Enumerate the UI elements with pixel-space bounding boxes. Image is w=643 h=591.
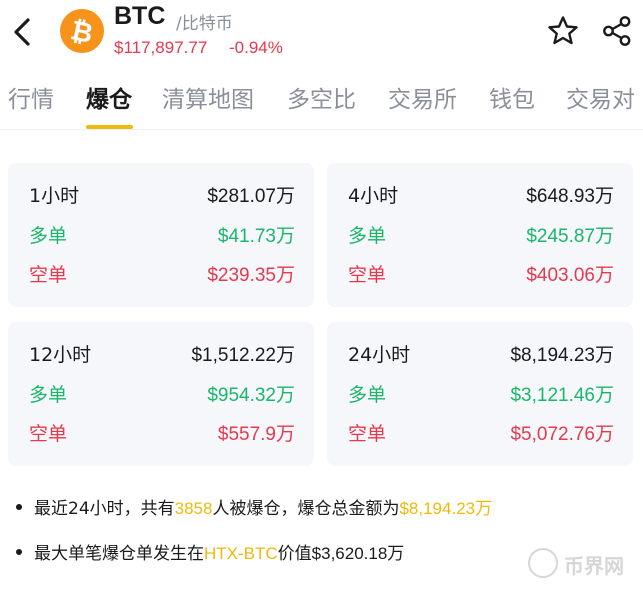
bullet-dot xyxy=(16,504,22,510)
total-value: $8,194.23万 xyxy=(510,345,614,366)
short-label: 空单 xyxy=(29,423,68,445)
liquidation-card-4h: 4小时 $648.93万 多单 $245.87万 空单 $403.06万 xyxy=(327,163,633,307)
summary-text: 价值 xyxy=(277,544,312,564)
short-row: 空单 $239.35万 xyxy=(29,260,295,290)
star-icon xyxy=(548,16,578,45)
short-row: 空单 $403.06万 xyxy=(348,260,614,290)
liquidated-total-amount: $8,194.23万 xyxy=(399,499,493,518)
summary-line-total: 最近24小时，共有3858人被爆仓，爆仓总金额为$8,194.23万 xyxy=(16,494,492,519)
price-change-percent: -0.94% xyxy=(229,38,283,57)
short-value: $557.9万 xyxy=(217,424,295,445)
long-row: 多单 $41.73万 xyxy=(29,221,295,251)
summary-line-largest: 最大单笔爆仓单发生在HTX-BTC价值$3,620.18万 xyxy=(16,539,404,564)
short-label: 空单 xyxy=(29,264,68,286)
long-value: $41.73万 xyxy=(217,226,295,247)
largest-order-amount: $3,620.18万 xyxy=(311,544,405,563)
total-row: 24小时 $8,194.23万 xyxy=(348,340,614,370)
short-value: $5,072.76万 xyxy=(510,424,614,445)
long-label: 多单 xyxy=(348,225,387,247)
tab-liquidation[interactable]: 爆仓 xyxy=(86,80,132,114)
long-label: 多单 xyxy=(348,384,387,406)
share-icon xyxy=(603,16,631,46)
short-value: $239.35万 xyxy=(207,265,295,286)
watermark: 币界网 xyxy=(528,548,638,580)
summary-text: 最近24小时，共有 xyxy=(34,499,175,519)
liquidation-card-12h: 12小时 $1,512.22万 多单 $954.32万 空单 $557.9万 xyxy=(8,322,314,466)
coin-name: /比特币 xyxy=(176,14,233,34)
tab-bar: 行情 爆仓 清算地图 多空比 交易所 钱包 交易对 xyxy=(0,78,643,130)
short-label: 空单 xyxy=(348,423,387,445)
period-label: 4小时 xyxy=(348,185,399,207)
active-tab-indicator xyxy=(86,125,133,129)
summary-text: 人被爆仓，爆仓总金额为 xyxy=(212,499,400,519)
period-label: 12小时 xyxy=(29,344,92,366)
coin-price: $117,897.77 xyxy=(114,38,208,57)
total-row: 4小时 $648.93万 xyxy=(348,181,614,211)
watermark-logo-icon xyxy=(528,548,558,578)
liquidated-count: 3858 xyxy=(174,499,213,518)
tab-wallets[interactable]: 钱包 xyxy=(489,80,535,114)
favorite-button[interactable] xyxy=(546,14,580,48)
long-label: 多单 xyxy=(29,225,68,247)
tab-market[interactable]: 行情 xyxy=(8,80,54,114)
coin-header: ₿ BTC /比特币 $117,897.77 -0.94% xyxy=(0,0,643,66)
tab-liquidation-map[interactable]: 清算地图 xyxy=(162,80,254,114)
coin-symbol: BTC xyxy=(114,2,166,30)
summary-text: 最大单笔爆仓单发生在 xyxy=(34,544,204,564)
period-label: 24小时 xyxy=(348,344,411,366)
back-arrow-icon xyxy=(14,18,30,46)
btc-logo-icon: ₿ xyxy=(60,9,104,53)
back-button[interactable] xyxy=(8,14,40,50)
liquidation-card-1h: 1小时 $281.07万 多单 $41.73万 空单 $239.35万 xyxy=(8,163,314,307)
tab-long-short-ratio[interactable]: 多空比 xyxy=(287,80,356,114)
short-label: 空单 xyxy=(348,264,387,286)
long-row: 多单 $954.32万 xyxy=(29,380,295,410)
total-row: 12小时 $1,512.22万 xyxy=(29,340,295,370)
tab-exchanges[interactable]: 交易所 xyxy=(388,80,457,114)
largest-order-exchange: HTX-BTC xyxy=(204,544,278,563)
long-row: 多单 $245.87万 xyxy=(348,221,614,251)
btc-logo-glyph: ₿ xyxy=(68,15,96,50)
long-label: 多单 xyxy=(29,384,68,406)
long-row: 多单 $3,121.46万 xyxy=(348,380,614,410)
share-button[interactable] xyxy=(600,14,634,48)
period-label: 1小时 xyxy=(29,185,80,207)
total-value: $1,512.22万 xyxy=(191,345,295,366)
liquidation-card-24h: 24小时 $8,194.23万 多单 $3,121.46万 空单 $5,072.… xyxy=(327,322,633,466)
total-row: 1小时 $281.07万 xyxy=(29,181,295,211)
long-value: $3,121.46万 xyxy=(510,385,614,406)
watermark-text: 币界网 xyxy=(564,554,624,578)
short-row: 空单 $557.9万 xyxy=(29,419,295,449)
short-row: 空单 $5,072.76万 xyxy=(348,419,614,449)
tab-trading-pairs[interactable]: 交易对 xyxy=(566,80,635,114)
total-value: $648.93万 xyxy=(526,186,614,207)
bullet-dot xyxy=(16,549,22,555)
short-value: $403.06万 xyxy=(526,265,614,286)
long-value: $954.32万 xyxy=(207,385,295,406)
total-value: $281.07万 xyxy=(207,186,295,207)
long-value: $245.87万 xyxy=(526,226,614,247)
